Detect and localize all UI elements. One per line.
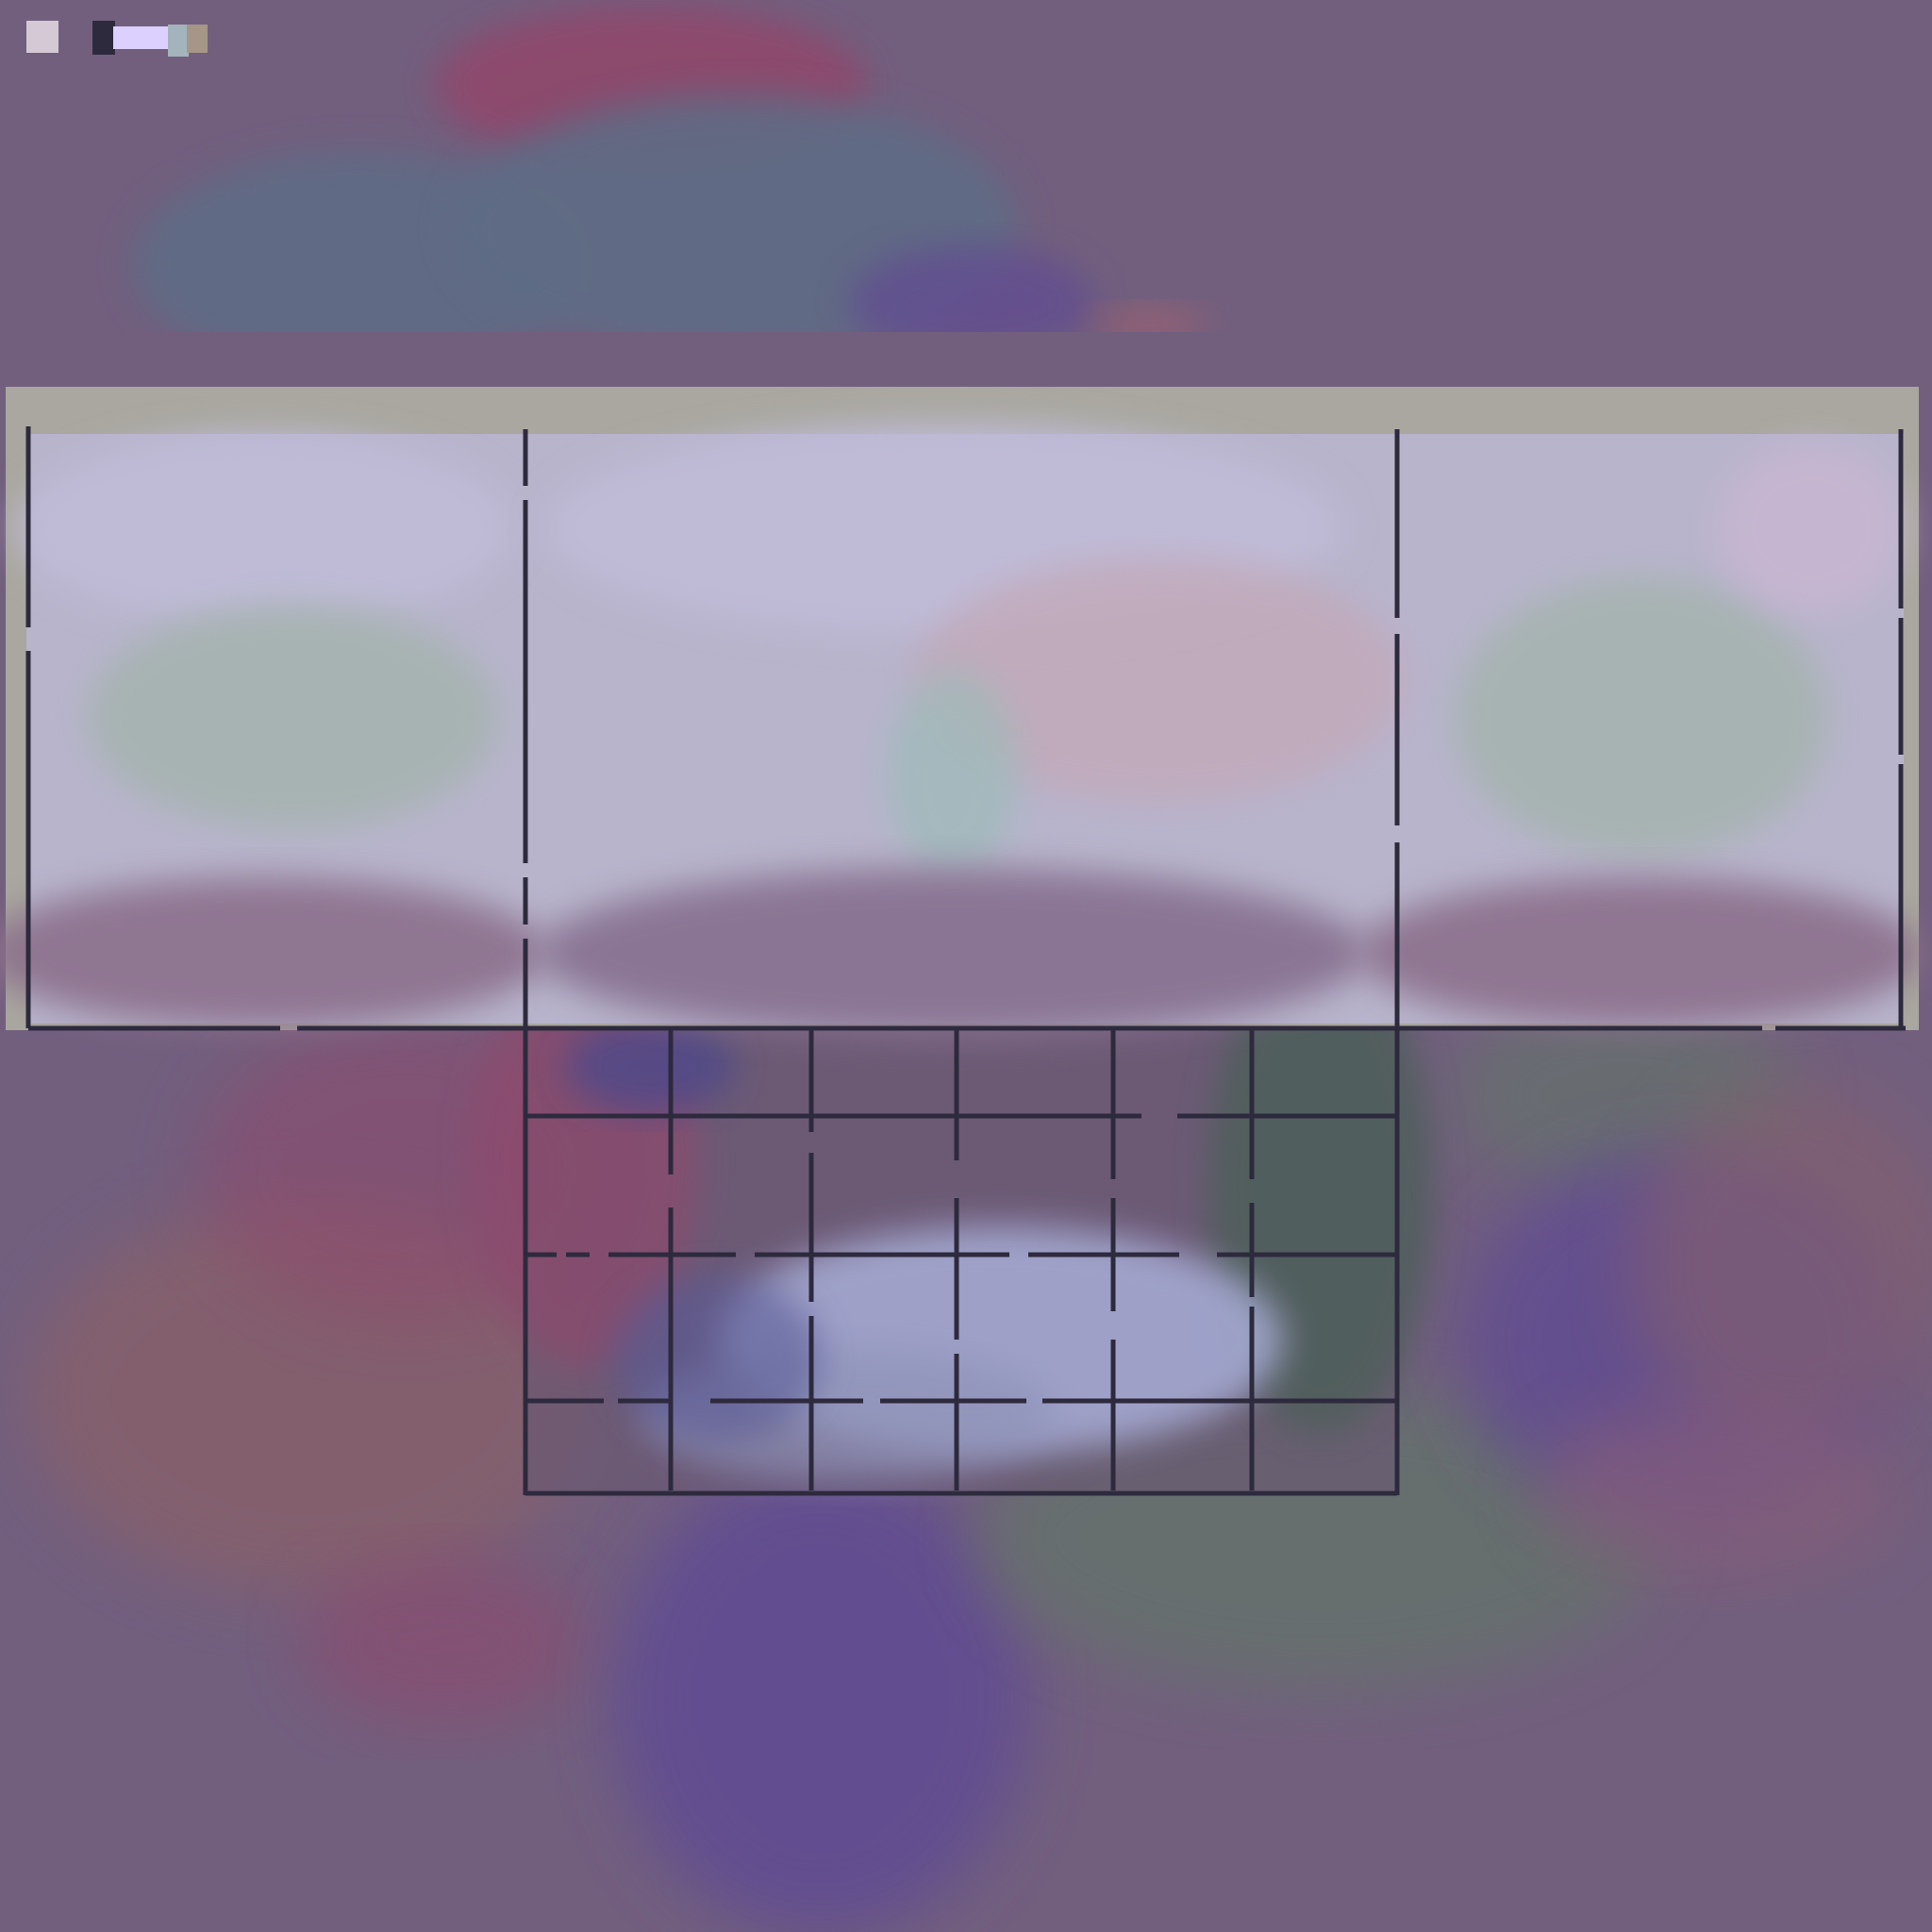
upper-cloud-layer xyxy=(132,5,1208,332)
cloud-red-lower xyxy=(302,1557,585,1726)
palette-swatch-lavender xyxy=(113,26,170,49)
palette-swatch-pale-lilac xyxy=(26,21,58,53)
cloud-violet-top xyxy=(849,245,1094,332)
mist-sage-right xyxy=(1453,575,1830,858)
mist-lilac-left xyxy=(19,434,509,623)
palette-swatch-taupe xyxy=(187,25,208,53)
cloud-orange-hint xyxy=(1094,307,1208,332)
palette-swatch-blue-gray xyxy=(168,25,189,57)
palette-swatch-ink xyxy=(92,21,115,55)
cloud-mauve-right xyxy=(1538,1406,1896,1575)
top-panel xyxy=(0,387,1924,1038)
dusk-band-left xyxy=(0,877,547,1028)
mist-sage-left xyxy=(85,604,500,830)
abstract-painting xyxy=(0,5,1932,1932)
cloud-violet-lower xyxy=(613,1462,1028,1932)
dusk-band-right xyxy=(1358,877,1924,1028)
mist-teal-center xyxy=(887,670,1019,877)
mist-pink-right xyxy=(1717,443,1906,613)
dusk-band-center xyxy=(538,868,1368,1038)
